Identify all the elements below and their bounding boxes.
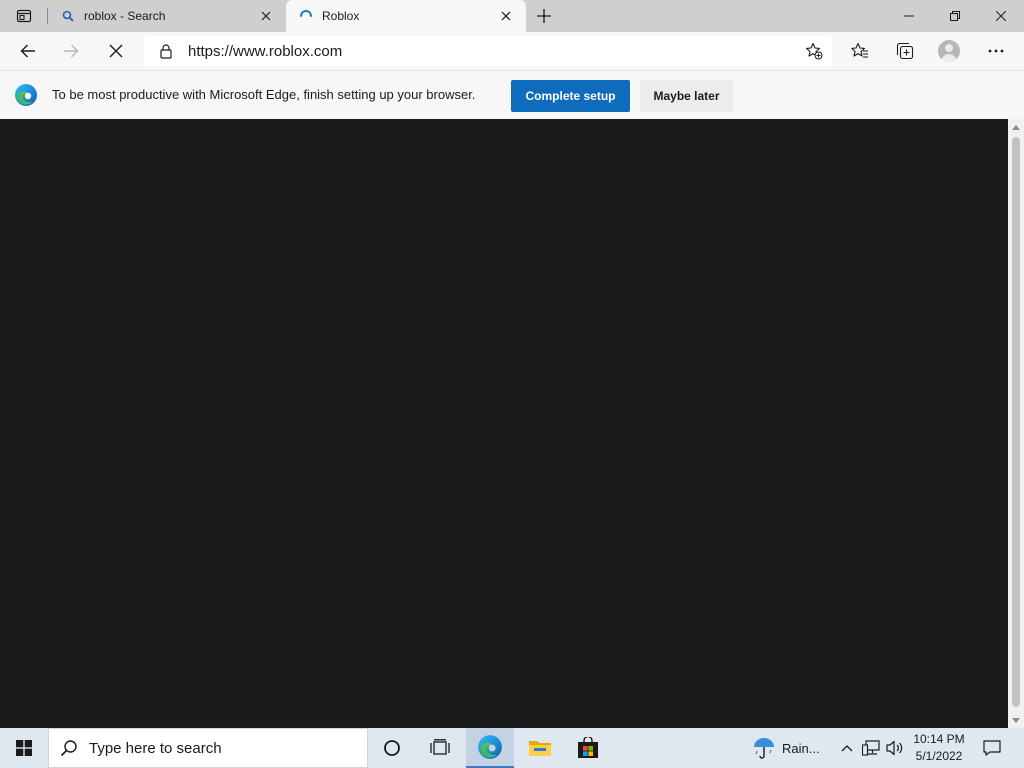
profile-head xyxy=(945,44,953,52)
network-button[interactable] xyxy=(860,728,882,768)
restore-button[interactable] xyxy=(932,0,978,32)
cortana-circle-icon xyxy=(384,740,400,756)
collections-button[interactable] xyxy=(889,35,921,67)
umbrella-rain-icon xyxy=(754,738,774,759)
start-button[interactable] xyxy=(0,728,48,768)
favorites-button[interactable] xyxy=(844,35,876,67)
plus-icon xyxy=(537,9,551,23)
show-hidden-icons-button[interactable] xyxy=(838,728,856,768)
back-button[interactable] xyxy=(12,35,44,67)
page-content[interactable] xyxy=(0,119,1008,728)
stop-icon xyxy=(109,44,123,58)
maybe-later-button[interactable]: Maybe later xyxy=(640,80,733,112)
folder-icon xyxy=(529,741,551,756)
setup-infobar: To be most productive with Microsoft Edg… xyxy=(0,70,1024,119)
windows-logo-icon xyxy=(16,740,32,756)
taskbar-file-explorer[interactable] xyxy=(516,728,564,768)
clock-date: 5/1/2022 xyxy=(915,749,963,763)
edge-browser-icon xyxy=(478,735,502,759)
arrow-right-icon xyxy=(64,44,79,58)
speaker-icon xyxy=(886,740,903,756)
loading-spinner-icon xyxy=(298,8,314,24)
tab-actions-button[interactable] xyxy=(8,4,40,28)
more-horizontal-icon xyxy=(988,49,1004,53)
taskbar-microsoft-store[interactable] xyxy=(564,728,612,768)
search-placeholder: Type here to search xyxy=(89,739,222,757)
notification-icon xyxy=(983,740,1001,756)
task-view-icon xyxy=(430,739,450,755)
tab-strip: roblox - Search Roblox xyxy=(0,0,1024,32)
scroll-up-icon[interactable] xyxy=(1008,119,1024,135)
forward-button[interactable] xyxy=(55,35,87,67)
infobar-message: To be most productive with Microsoft Edg… xyxy=(52,87,476,102)
action-center-button[interactable] xyxy=(976,728,1008,768)
close-tab-icon[interactable] xyxy=(258,8,274,24)
scroll-down-icon[interactable] xyxy=(1008,712,1024,728)
task-view-button[interactable] xyxy=(416,728,464,768)
arrow-left-icon xyxy=(20,44,35,58)
weather-widget[interactable]: Rain... xyxy=(752,728,830,768)
minimize-icon xyxy=(904,15,914,17)
taskbar-edge-app[interactable] xyxy=(466,728,514,768)
search-icon xyxy=(60,8,76,24)
edge-logo-icon xyxy=(15,84,37,106)
taskbar-clock[interactable]: 10:14 PM 5/1/2022 xyxy=(906,731,972,765)
close-window-button[interactable] xyxy=(978,0,1024,32)
tab-title: roblox - Search xyxy=(84,9,166,23)
tab-title: Roblox xyxy=(322,9,360,23)
chevron-up-icon xyxy=(841,745,853,752)
restore-icon xyxy=(950,11,960,21)
weather-text: Rain... xyxy=(782,740,820,756)
network-icon xyxy=(862,740,880,756)
complete-setup-button[interactable]: Complete setup xyxy=(511,80,630,112)
taskbar-search-box[interactable]: Type here to search xyxy=(48,728,368,768)
new-tab-button[interactable] xyxy=(532,4,556,28)
minimize-button[interactable] xyxy=(886,0,932,32)
store-bag-icon xyxy=(578,737,598,758)
search-icon xyxy=(49,739,89,757)
tab-roblox-search[interactable]: roblox - Search xyxy=(48,0,286,32)
vertical-scrollbar[interactable] xyxy=(1008,119,1024,728)
close-tab-icon[interactable] xyxy=(498,8,514,24)
stop-loading-button[interactable] xyxy=(100,35,132,67)
clock-time: 10:14 PM xyxy=(913,732,965,746)
cortana-button[interactable] xyxy=(368,728,416,768)
close-icon xyxy=(996,11,1006,21)
address-bar[interactable]: https://www.roblox.com xyxy=(144,36,832,66)
collections-icon xyxy=(896,42,914,60)
windows-taskbar: Type here to search Rain... 10:14 PM 5/1… xyxy=(0,728,1024,768)
lock-icon[interactable] xyxy=(148,43,184,59)
url-text[interactable]: https://www.roblox.com xyxy=(188,43,342,60)
add-favorite-icon[interactable] xyxy=(804,41,824,61)
profile-avatar[interactable] xyxy=(938,40,960,62)
settings-more-button[interactable] xyxy=(980,35,1012,67)
volume-button[interactable] xyxy=(884,728,906,768)
profile-body xyxy=(941,54,957,62)
favorites-icon xyxy=(851,42,868,58)
tab-actions-icon xyxy=(16,9,32,23)
scrollbar-thumb[interactable] xyxy=(1012,137,1020,707)
tab-roblox[interactable]: Roblox xyxy=(286,0,526,32)
navigation-toolbar: https://www.roblox.com xyxy=(0,32,1024,70)
